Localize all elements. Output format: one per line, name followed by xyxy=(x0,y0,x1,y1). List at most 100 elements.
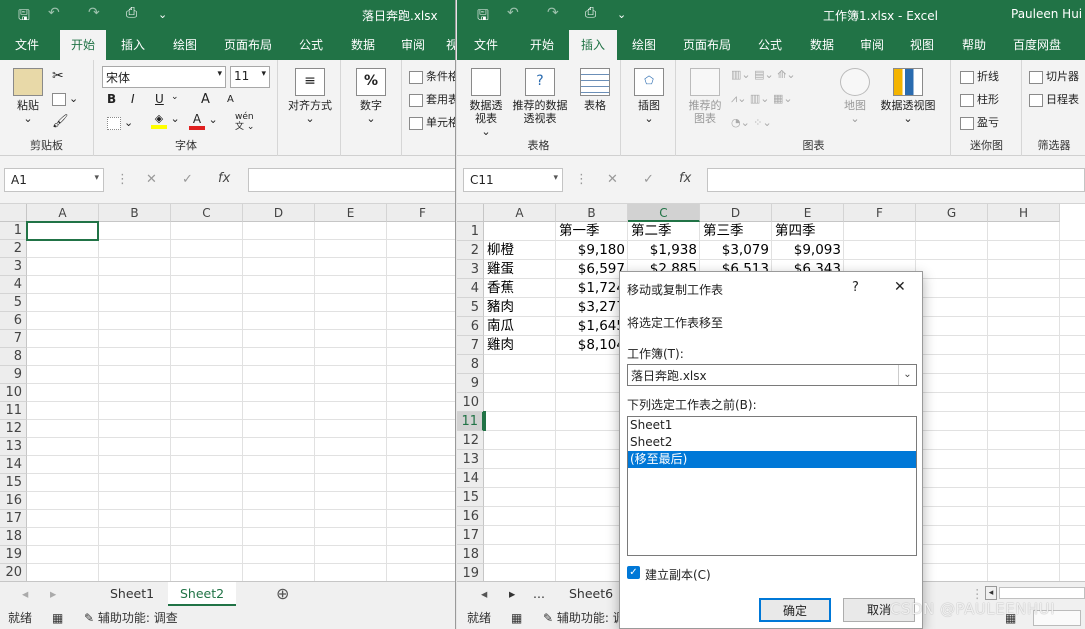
italic-button[interactable]: I xyxy=(131,92,135,106)
column-header-a[interactable]: A xyxy=(27,204,99,222)
column-header-c[interactable]: C xyxy=(628,204,700,222)
scroll-tabs-left-icon[interactable]: ◂ xyxy=(18,582,32,606)
value-cell[interactable]: $1,645 xyxy=(559,317,625,335)
value-cell[interactable]: $1,724 xyxy=(559,279,625,297)
value-cell[interactable]: $1,938 xyxy=(631,241,697,259)
create-copy-checkbox[interactable]: ✓ xyxy=(627,566,640,579)
row-header-12[interactable]: 12 xyxy=(0,420,27,438)
row-header-17[interactable]: 17 xyxy=(457,526,484,545)
sheet-tab-sheet2[interactable]: Sheet2 xyxy=(168,582,237,606)
list-item[interactable]: Sheet1 xyxy=(628,417,916,434)
name-box[interactable]: C11 ▾ xyxy=(463,168,563,192)
value-cell[interactable]: $3,079 xyxy=(703,241,769,259)
row-header-12[interactable]: 12 xyxy=(457,431,484,450)
font-color-icon[interactable]: A ⌄ xyxy=(189,112,218,130)
column-chart-icon[interactable]: ▥⌄ ▤⌄ ⟰⌄ xyxy=(731,68,796,81)
pivot-table-button[interactable]: 数据透视表 ⌄ xyxy=(461,68,511,138)
row-header-7[interactable]: 7 xyxy=(457,336,484,355)
fill-color-icon[interactable]: ◈ ⌄ xyxy=(151,112,180,129)
row-header-2[interactable]: 2 xyxy=(0,240,27,258)
sheet-tab-sheet1[interactable]: Sheet1 xyxy=(98,582,166,606)
slicer-button[interactable]: 切片器 xyxy=(1029,68,1079,84)
row-header-10[interactable]: 10 xyxy=(457,393,484,412)
tab-data[interactable]: 数据 xyxy=(801,30,843,60)
insert-function-icon[interactable]: fx xyxy=(218,171,230,186)
customize-qat-icon[interactable]: ⌄ xyxy=(617,8,626,21)
recommended-pivot-button[interactable]: ? 推荐的数据透视表 xyxy=(507,68,573,125)
macro-record-icon[interactable]: ▦ xyxy=(511,607,522,629)
row-name-cell[interactable]: 南瓜 xyxy=(487,317,553,335)
row-header-9[interactable]: 9 xyxy=(0,366,27,384)
format-painter-icon[interactable]: 🖌 xyxy=(52,114,69,129)
column-title-cell[interactable]: 第三季 xyxy=(703,222,769,240)
column-header-f[interactable]: F xyxy=(387,204,455,222)
recommended-charts-button[interactable]: 推荐的图表 xyxy=(683,68,727,125)
bold-button[interactable]: B xyxy=(107,92,116,106)
row-header-8[interactable]: 8 xyxy=(457,355,484,374)
row-header-2[interactable]: 2 xyxy=(457,241,484,260)
conditional-format-button[interactable]: 条件格 xyxy=(409,68,455,84)
number-format-button[interactable]: % 数字 ⌄ xyxy=(348,68,394,125)
help-icon[interactable]: ? xyxy=(852,280,859,295)
row-name-cell[interactable]: 雞肉 xyxy=(487,336,553,354)
column-header-h[interactable]: H xyxy=(988,204,1060,222)
row-header-5[interactable]: 5 xyxy=(457,298,484,317)
formula-input[interactable] xyxy=(248,168,455,192)
print-preview-icon[interactable]: ⎙ xyxy=(126,5,137,21)
sparkline-line-button[interactable]: 折线 xyxy=(960,68,999,84)
print-preview-icon[interactable]: ⎙ xyxy=(585,5,596,21)
list-item[interactable]: (移至最后) xyxy=(628,451,916,468)
chevron-down-icon[interactable]: ⌄ xyxy=(898,365,916,385)
row-header-16[interactable]: 16 xyxy=(457,507,484,526)
value-cell[interactable]: $8,104 xyxy=(559,336,625,354)
row-header-1[interactable]: 1 xyxy=(457,222,484,241)
tab-baidu-netdisk[interactable]: 百度网盘 xyxy=(1005,30,1069,60)
format-as-table-button[interactable]: 套用表 xyxy=(409,91,455,107)
enter-icon[interactable]: ✓ xyxy=(643,172,654,187)
row-header-14[interactable]: 14 xyxy=(457,469,484,488)
undo-icon[interactable]: ↶ xyxy=(507,5,519,21)
column-header-e[interactable]: E xyxy=(315,204,387,222)
column-title-cell[interactable]: 第四季 xyxy=(775,222,841,240)
list-item[interactable]: Sheet2 xyxy=(628,434,916,451)
tab-draw[interactable]: 绘图 xyxy=(164,30,206,60)
shrink-font-button[interactable]: A xyxy=(227,94,234,105)
before-sheet-list[interactable]: Sheet1 Sheet2 (移至最后) xyxy=(627,416,917,556)
row-name-cell[interactable]: 柳橙 xyxy=(487,241,553,259)
row-header-7[interactable]: 7 xyxy=(0,330,27,348)
row-header-4[interactable]: 4 xyxy=(0,276,27,294)
column-title-cell[interactable]: 第一季 xyxy=(559,222,625,240)
tab-formulas[interactable]: 公式 xyxy=(290,30,332,60)
select-all-corner[interactable] xyxy=(0,204,27,222)
phonetic-icon[interactable]: wén 文 ⌄ xyxy=(235,112,254,132)
workbook-select[interactable]: 落日奔跑.xlsx ⌄ xyxy=(627,364,917,386)
row-header-6[interactable]: 6 xyxy=(0,312,27,330)
row-header-18[interactable]: 18 xyxy=(457,545,484,564)
column-header-d[interactable]: D xyxy=(243,204,315,222)
column-header-c[interactable]: C xyxy=(171,204,243,222)
create-copy-label[interactable]: 建立副本(C) xyxy=(645,566,711,583)
user-name[interactable]: Pauleen Hui xyxy=(1011,7,1082,21)
row-header-4[interactable]: 4 xyxy=(457,279,484,298)
redo-icon[interactable]: ↷ xyxy=(88,5,100,21)
hscroll-thumb[interactable] xyxy=(999,587,1085,599)
row-header-18[interactable]: 18 xyxy=(0,528,27,546)
scroll-tabs-right-icon[interactable]: ▸ xyxy=(505,582,519,606)
column-title-cell[interactable]: 第二季 xyxy=(631,222,697,240)
maps-button[interactable]: 地图 ⌄ xyxy=(837,68,873,125)
timeline-button[interactable]: 日程表 xyxy=(1029,91,1079,107)
row-header-5[interactable]: 5 xyxy=(0,294,27,312)
font-name-combo[interactable]: 宋体 ▾ xyxy=(102,66,226,88)
underline-dropdown-icon[interactable]: ⌄ xyxy=(171,92,179,102)
sheet-tab-sheet6[interactable]: Sheet6 xyxy=(557,582,625,606)
name-box[interactable]: A1 ▾ xyxy=(4,168,104,192)
cancel-icon[interactable]: ✕ xyxy=(607,172,618,187)
column-header-a[interactable]: A xyxy=(484,204,556,222)
tab-page-layout[interactable]: 页面布局 xyxy=(675,30,739,60)
sparkline-winloss-button[interactable]: 盈亏 xyxy=(960,114,999,130)
select-all-corner[interactable] xyxy=(457,204,484,222)
row-header-15[interactable]: 15 xyxy=(0,474,27,492)
tab-home[interactable]: 开始 xyxy=(519,30,565,60)
tab-file[interactable]: 文件 xyxy=(465,30,507,60)
scroll-tabs-left-icon[interactable]: ◂ xyxy=(477,582,491,606)
